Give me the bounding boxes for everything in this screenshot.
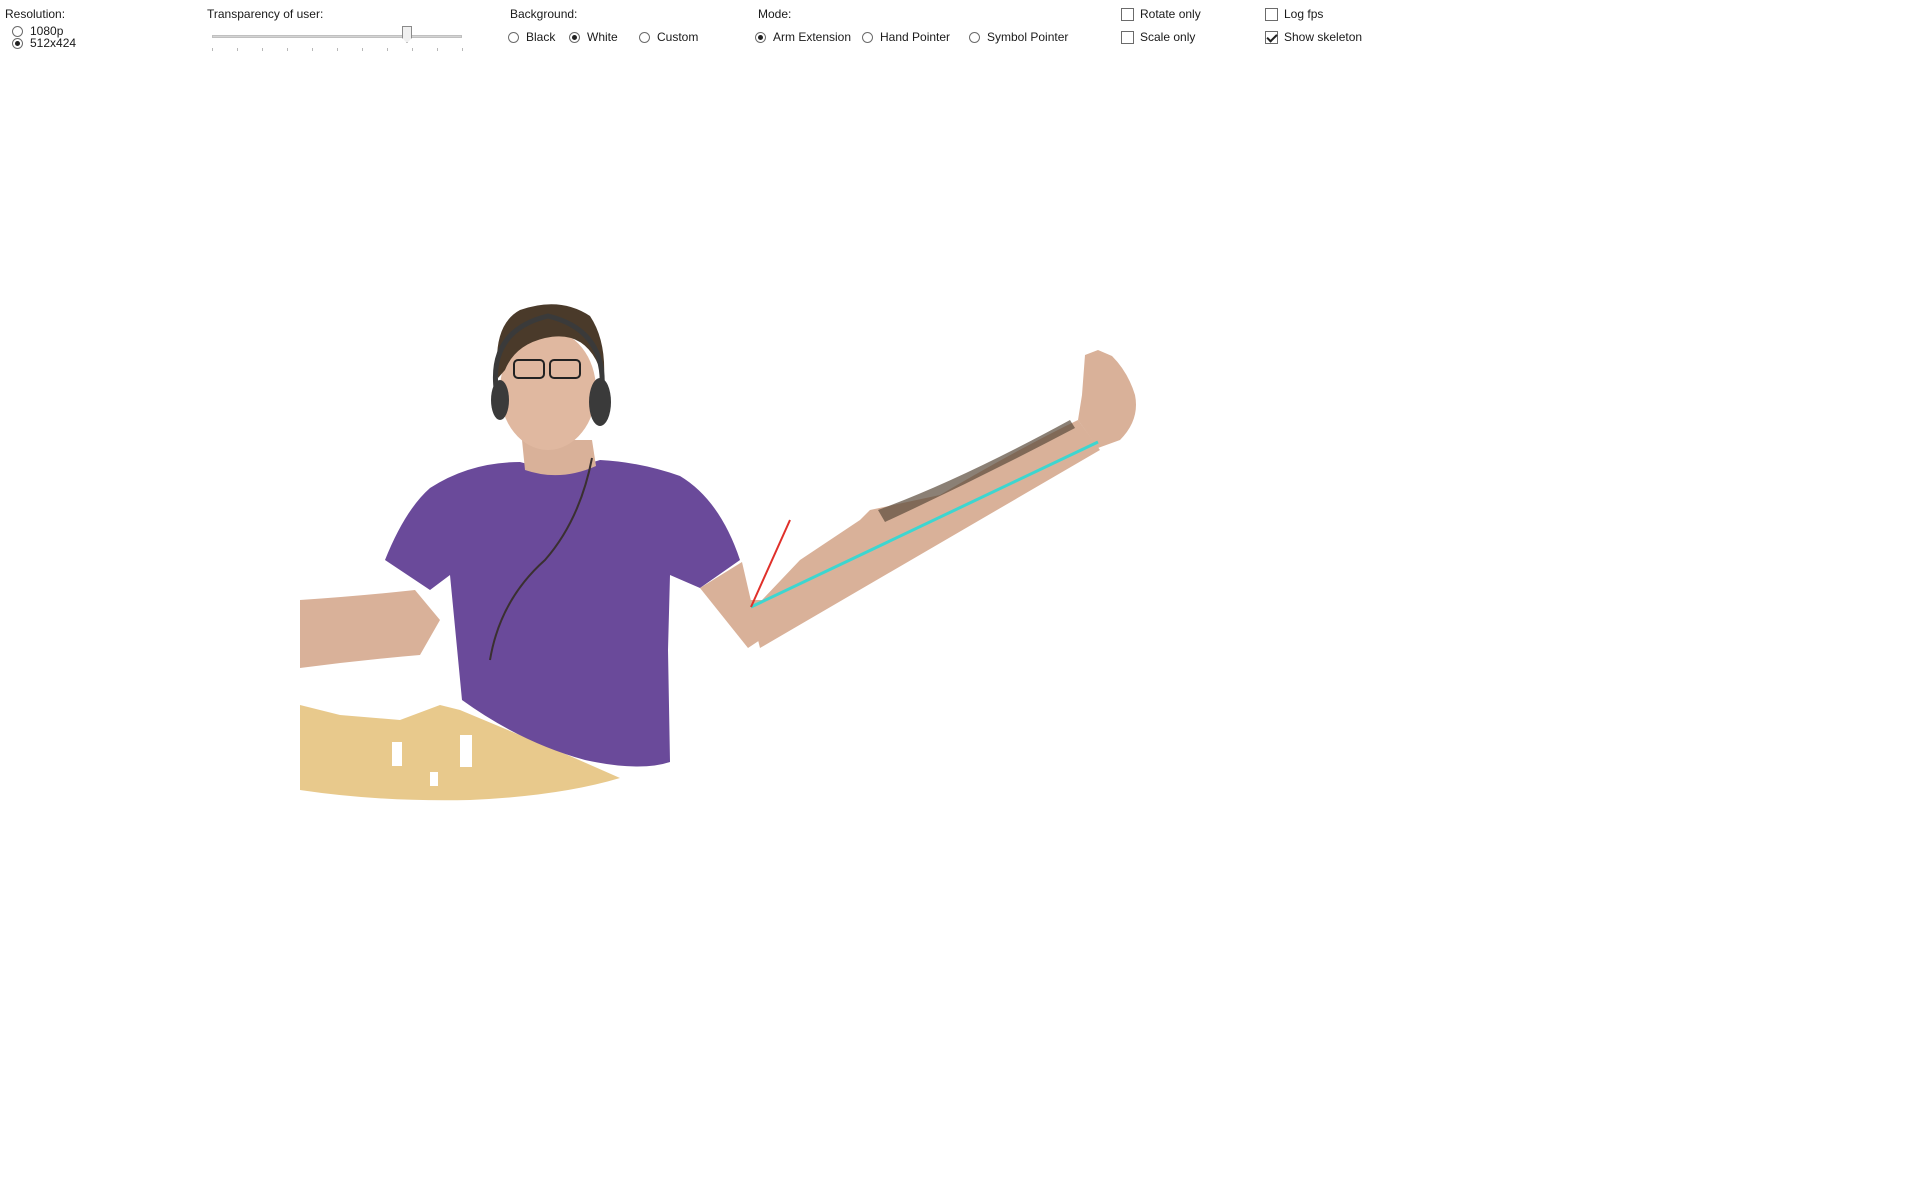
radio-icon[interactable] (508, 31, 519, 43)
slider-tick (387, 48, 388, 51)
slider-tick (312, 48, 313, 51)
kinect-app-window: Resolution: 1080p 512x424 Transparency o… (0, 0, 1920, 1200)
background-option-custom[interactable]: Custom (639, 30, 698, 44)
show-skeleton-checkbox[interactable]: Show skeleton (1265, 30, 1362, 44)
background-option-label: White (587, 30, 618, 44)
slider-tick (337, 48, 338, 51)
radio-selected-icon[interactable] (12, 37, 23, 49)
radio-icon[interactable] (862, 31, 873, 43)
mode-option-symbol-pointer[interactable]: Symbol Pointer (969, 30, 1068, 44)
camera-viewport (0, 60, 1920, 1200)
user-extended-forearm (748, 420, 1100, 648)
resolution-option-label: 512x424 (30, 36, 77, 50)
background-option-label: Custom (657, 30, 699, 44)
resolution-label: Resolution: (5, 7, 66, 21)
headphone-cup-right (589, 378, 611, 426)
headphone-cup-left (491, 380, 509, 420)
mode-option-label: Arm Extension (773, 30, 852, 44)
mode-option-label: Hand Pointer (880, 30, 951, 44)
transparency-label: Transparency of user: (207, 7, 324, 21)
slider-ticks (212, 48, 463, 52)
mode-option-arm-extension[interactable]: Arm Extension (755, 30, 851, 44)
user-silhouette-render (300, 304, 1136, 801)
slider-tick (412, 48, 413, 51)
slider-tick (462, 48, 463, 51)
mode-option-label: Symbol Pointer (987, 30, 1069, 44)
checkbox-checked-icon[interactable] (1265, 30, 1278, 44)
radio-icon[interactable] (639, 31, 650, 43)
radio-icon[interactable] (969, 31, 980, 43)
desk-gap (392, 742, 402, 766)
skeleton-forearm-line (750, 440, 1099, 609)
radio-selected-icon[interactable] (755, 31, 766, 43)
slider-tick (437, 48, 438, 51)
radio-icon[interactable] (12, 25, 23, 37)
log-fps-checkbox[interactable]: Log fps (1265, 7, 1323, 21)
slider-tick (362, 48, 363, 51)
checkbox-label: Show skeleton (1284, 30, 1363, 44)
slider-tick (237, 48, 238, 51)
checkbox-icon[interactable] (1121, 30, 1134, 44)
mode-label: Mode: (758, 7, 792, 21)
scale-only-checkbox[interactable]: Scale only (1121, 30, 1195, 44)
background-option-label: Black (526, 30, 556, 44)
mode-option-hand-pointer[interactable]: Hand Pointer (862, 30, 950, 44)
desk-gap (460, 735, 472, 767)
background-label: Background: (510, 7, 578, 21)
resolution-option-512x424[interactable]: 512x424 (12, 36, 76, 50)
radio-selected-icon[interactable] (569, 31, 580, 43)
checkbox-label: Scale only (1140, 30, 1196, 44)
rotate-only-checkbox[interactable]: Rotate only (1121, 7, 1201, 21)
slider-tick (212, 48, 213, 51)
slider-tick (262, 48, 263, 51)
checkbox-label: Log fps (1284, 7, 1324, 21)
background-option-white[interactable]: White (569, 30, 618, 44)
slider-track[interactable] (212, 35, 462, 38)
transparency-slider[interactable] (212, 24, 463, 56)
checkbox-icon[interactable] (1265, 7, 1278, 21)
user-left-arm (300, 590, 440, 668)
slider-thumb[interactable] (402, 26, 412, 43)
checkbox-label: Rotate only (1140, 7, 1201, 21)
checkbox-icon[interactable] (1121, 7, 1134, 21)
background-option-black[interactable]: Black (508, 30, 555, 44)
slider-tick (287, 48, 288, 51)
desk-gap (430, 772, 438, 786)
